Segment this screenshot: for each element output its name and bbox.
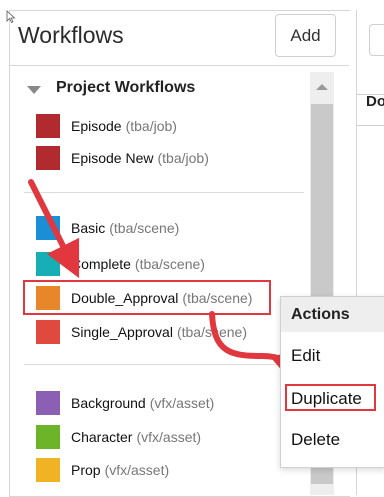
menu-header-label: Actions — [291, 306, 350, 323]
mouse-cursor-icon — [6, 10, 16, 24]
menu-item-delete[interactable]: Delete — [291, 430, 340, 450]
annotation-highlight-duplicate — [285, 384, 376, 411]
menu-header: Actions — [281, 297, 384, 332]
menu-item-edit[interactable]: Edit — [291, 346, 320, 366]
actions-context-menu: Actions Edit Duplicate Delete — [280, 296, 384, 468]
